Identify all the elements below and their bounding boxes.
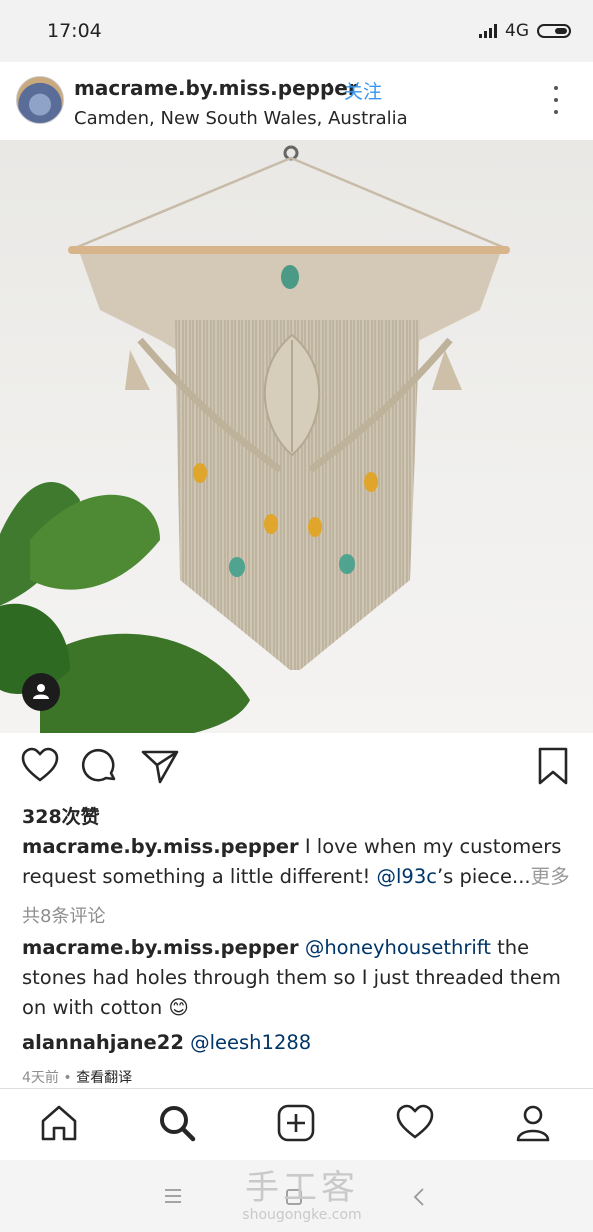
avatar[interactable]: [16, 76, 64, 124]
menu-icon[interactable]: [163, 1188, 183, 1208]
comment-item: alannahjane22 @leesh1288: [22, 1028, 582, 1058]
search-icon[interactable]: [157, 1103, 197, 1143]
profile-icon[interactable]: [513, 1103, 553, 1143]
post-location[interactable]: Camden, New South Wales, Australia: [74, 108, 408, 129]
more-options-icon[interactable]: [548, 86, 564, 114]
comment-mention[interactable]: @honeyhousethrift: [305, 936, 491, 959]
battery-icon: [537, 24, 571, 38]
smile-emoji-icon: 😊: [168, 996, 189, 1019]
caption-text-2: ’s piece: [436, 865, 513, 888]
caption-ellipsis: ...: [512, 865, 531, 888]
activity-heart-icon[interactable]: [395, 1103, 435, 1143]
post-meta: 4天前 • 查看翻译: [22, 1067, 132, 1087]
bottom-tab-bar: [0, 1088, 593, 1161]
caption-mention[interactable]: @l93c: [377, 865, 437, 888]
post-actions: [0, 740, 593, 796]
heart-icon[interactable]: [20, 746, 60, 790]
post-time: 4天前: [22, 1070, 59, 1086]
watermark-en: shougongke.com: [242, 1207, 362, 1223]
status-icons: 4G: [479, 21, 571, 41]
follow-button[interactable]: 关注: [344, 77, 382, 104]
header-separator: •: [325, 78, 334, 94]
comment-username[interactable]: macrame.by.miss.pepper: [22, 936, 299, 959]
comment-item: macrame.by.miss.pepper @honeyhousethrift…: [22, 933, 582, 1023]
status-bar: 17:04 4G: [0, 0, 593, 62]
post-caption: macrame.by.miss.pepper I love when my cu…: [22, 832, 582, 892]
signal-icon: [479, 24, 497, 38]
post-header: macrame.by.miss.pepper • 关注 Camden, New …: [0, 62, 593, 141]
caption-username[interactable]: macrame.by.miss.pepper: [22, 835, 299, 858]
network-label: 4G: [505, 21, 529, 41]
add-icon[interactable]: [276, 1103, 316, 1143]
comment-icon[interactable]: [80, 746, 120, 790]
back-icon[interactable]: [412, 1187, 426, 1211]
watermark: 手工客 shougongke.com: [232, 1160, 372, 1223]
post-username[interactable]: macrame.by.miss.pepper: [74, 76, 358, 100]
status-time: 17:04: [47, 20, 102, 42]
comment-username[interactable]: alannahjane22: [22, 1031, 184, 1054]
home-icon[interactable]: [39, 1103, 79, 1143]
meta-separator: •: [58, 1070, 77, 1086]
tagged-users-icon[interactable]: [22, 673, 60, 711]
like-count[interactable]: 328次赞: [22, 802, 100, 829]
translate-link[interactable]: 查看翻译: [76, 1070, 132, 1086]
send-icon[interactable]: [140, 746, 180, 790]
bookmark-icon[interactable]: [536, 746, 570, 790]
macrame-illustration: [0, 145, 510, 733]
post-image[interactable]: [0, 140, 593, 733]
comment-mention[interactable]: @leesh1288: [190, 1031, 311, 1054]
watermark-zh: 手工客: [245, 1168, 359, 1208]
view-all-comments[interactable]: 共8条评论: [22, 902, 105, 928]
more-link[interactable]: 更多: [531, 865, 570, 888]
